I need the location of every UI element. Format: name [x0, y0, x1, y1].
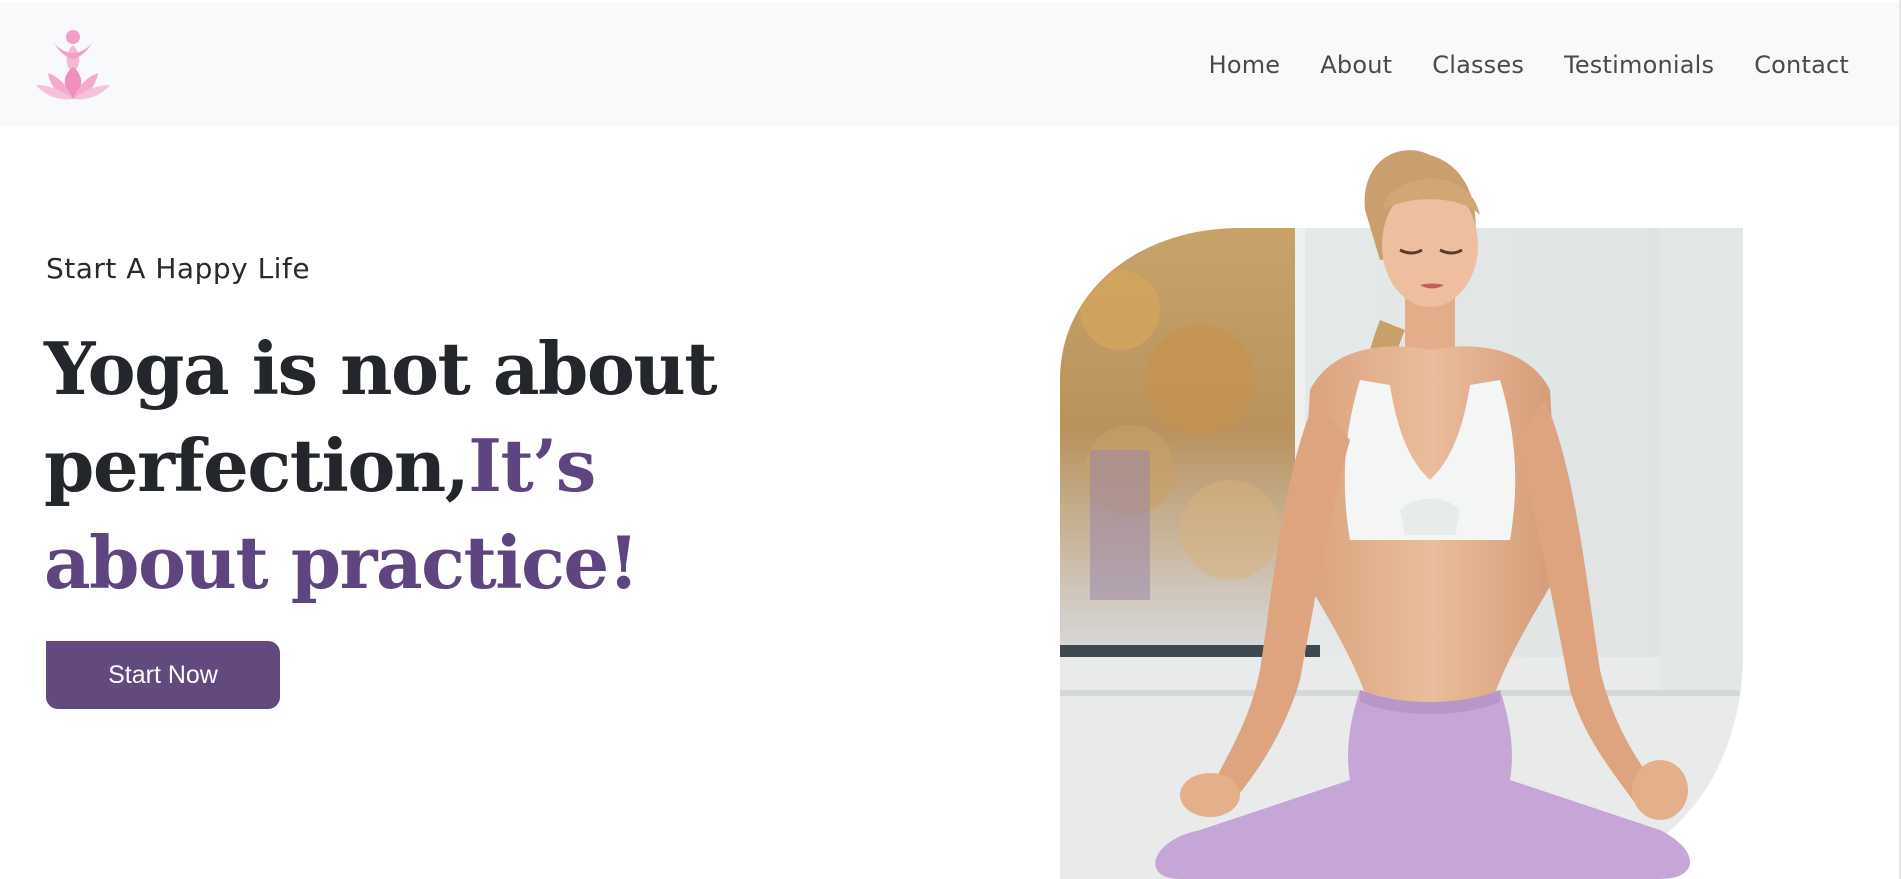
nav-about[interactable]: About	[1320, 51, 1392, 79]
page: Home About Classes Testimonials Contact …	[0, 0, 1901, 879]
main-nav: Home About Classes Testimonials Contact	[1209, 3, 1849, 126]
hero-headline: Yoga is not about perfection,It’s about …	[44, 320, 764, 611]
woman-meditating-photo	[1060, 150, 1743, 879]
nav-testimonials[interactable]: Testimonials	[1564, 51, 1714, 79]
site-header: Home About Classes Testimonials Contact	[0, 3, 1901, 126]
start-now-button[interactable]: Start Now	[46, 641, 280, 709]
nav-contact[interactable]: Contact	[1754, 51, 1849, 79]
logo-link[interactable]	[32, 23, 114, 105]
nav-home[interactable]: Home	[1209, 51, 1281, 79]
headline-part1: Yoga is not about perfection,	[44, 326, 718, 508]
lotus-meditation-icon	[36, 30, 110, 100]
hero-tagline: Start A Happy Life	[46, 252, 311, 285]
nav-classes[interactable]: Classes	[1432, 51, 1524, 79]
